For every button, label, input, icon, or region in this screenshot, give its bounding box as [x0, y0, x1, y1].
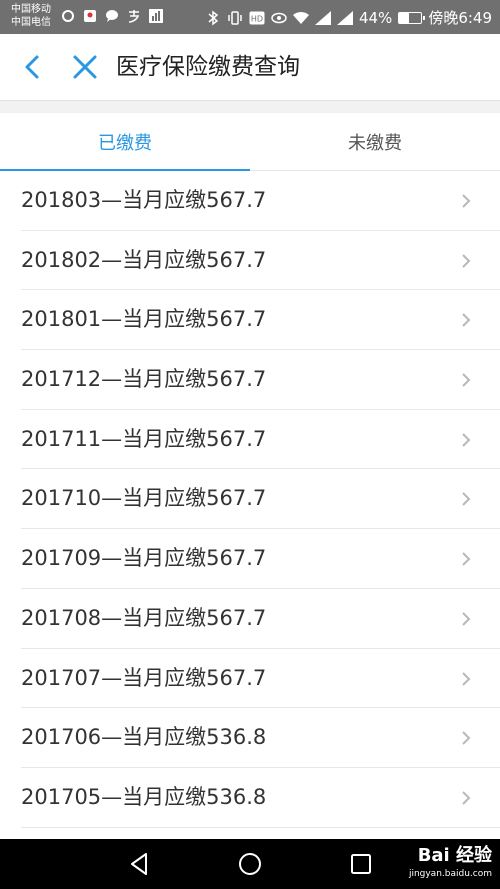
carrier-1: 中国移动: [11, 4, 51, 15]
recents-square-icon[interactable]: [347, 850, 375, 878]
payment-record-list: 201803—当月应缴567.7 201802—当月应缴567.7 201801…: [0, 171, 500, 839]
carrier-info: 中国移动 中国电信: [11, 3, 51, 29]
record-label: 201711—当月应缴567.7: [21, 426, 267, 451]
chevron-right-icon: [462, 671, 471, 686]
list-item[interactable]: 201708—当月应缴567.7: [21, 589, 500, 649]
chevron-right-icon: [462, 492, 471, 507]
chevron-right-icon: [462, 194, 471, 208]
signal-app-icon: [148, 8, 164, 24]
map-pin-icon: [82, 8, 98, 24]
list-item[interactable]: 201711—当月应缴567.7: [21, 410, 500, 470]
navigation-bar: 医疗保险缴费查询: [0, 34, 500, 101]
signal-4g-icon: [314, 10, 331, 26]
list-item[interactable]: 201705—当月应缴536.8: [21, 768, 500, 828]
list-item[interactable]: 201801—当月应缴567.7: [21, 290, 500, 351]
record-label: 201801—当月应缴567.7: [21, 307, 267, 332]
battery-icon: [398, 11, 426, 24]
list-item[interactable]: 201709—当月应缴567.7: [21, 529, 500, 589]
record-label: 201707—当月应缴567.7: [21, 665, 267, 690]
record-label: 201705—当月应缴536.8: [21, 784, 267, 809]
watermark-url: jingyan.baidu.com: [408, 869, 492, 879]
vibrate-icon: [227, 10, 243, 26]
clock: 傍晚6:49: [428, 9, 492, 27]
record-label: 201712—当月应缴567.7: [21, 367, 267, 392]
hd-icon: HD: [249, 10, 265, 26]
tab-paid[interactable]: 已缴费: [0, 113, 250, 172]
list-item[interactable]: 201710—当月应缴567.7: [21, 469, 500, 530]
chevron-right-icon: [462, 552, 471, 566]
section-divider: [0, 101, 500, 113]
list-item[interactable]: 201712—当月应缴567.7: [21, 350, 500, 410]
record-label: 201709—当月应缴567.7: [21, 546, 267, 571]
payment-status-tabs: 已缴费 未缴费: [0, 113, 500, 172]
chevron-right-icon: [462, 612, 471, 626]
battery-level: [399, 12, 409, 23]
home-circle-icon[interactable]: [236, 850, 264, 878]
eye-comfort-icon: [271, 10, 287, 26]
tab-paid-label: 已缴费: [98, 133, 152, 154]
close-button[interactable]: [70, 52, 100, 82]
tab-unpaid[interactable]: 未缴费: [250, 113, 500, 171]
chevron-right-icon: [462, 791, 471, 805]
status-bar: 中国移动 中国电信 HD 44% 傍晚6:49: [0, 0, 500, 34]
list-item[interactable]: 201803—当月应缴567.7: [21, 171, 500, 231]
list-item[interactable]: 201707—当月应缴567.7: [21, 649, 500, 709]
back-button[interactable]: [18, 52, 48, 82]
record-label: 201706—当月应缴536.8: [21, 725, 267, 750]
list-item[interactable]: 201802—当月应缴567.7: [21, 231, 500, 291]
bluetooth-icon: [205, 10, 221, 26]
back-triangle-icon[interactable]: [126, 850, 154, 878]
svg-text:HD: HD: [251, 14, 263, 23]
system-status: HD 44% 傍晚6:49: [205, 7, 492, 28]
chevron-right-icon: [462, 373, 471, 387]
chat-bubble-icon: [104, 8, 120, 24]
battery-percent: 44%: [358, 8, 393, 27]
carrier-2: 中国电信: [11, 17, 51, 28]
close-icon: [73, 55, 97, 79]
record-label: 201708—当月应缴567.7: [21, 605, 267, 630]
chevron-right-icon: [462, 433, 471, 447]
record-label: 201803—当月应缴567.7: [21, 188, 267, 212]
list-item[interactable]: 201706—当月应缴536.8: [21, 708, 500, 768]
sync-icon: [60, 8, 76, 24]
chevron-right-icon: [462, 253, 471, 268]
baidu-jingyan-watermark: Bai 经验 jingyan.baidu.com: [409, 843, 492, 879]
page-title: 医疗保险缴费查询: [116, 54, 300, 80]
record-label: 201802—当月应缴567.7: [21, 247, 267, 272]
record-label: 201710—当月应缴567.7: [21, 486, 267, 511]
tab-unpaid-label: 未缴费: [348, 133, 402, 154]
chevron-left-icon: [25, 55, 39, 79]
chevron-right-icon: [462, 731, 471, 745]
system-navigation-bar: Bai 经验 jingyan.baidu.com: [0, 839, 500, 889]
chevron-right-icon: [462, 313, 471, 328]
watermark-logo: Bai 经验: [417, 845, 492, 866]
signal-2g-icon: [336, 10, 353, 26]
wifi-icon: [292, 10, 309, 26]
notification-icons: [60, 8, 164, 24]
alipay-icon: [126, 8, 142, 24]
